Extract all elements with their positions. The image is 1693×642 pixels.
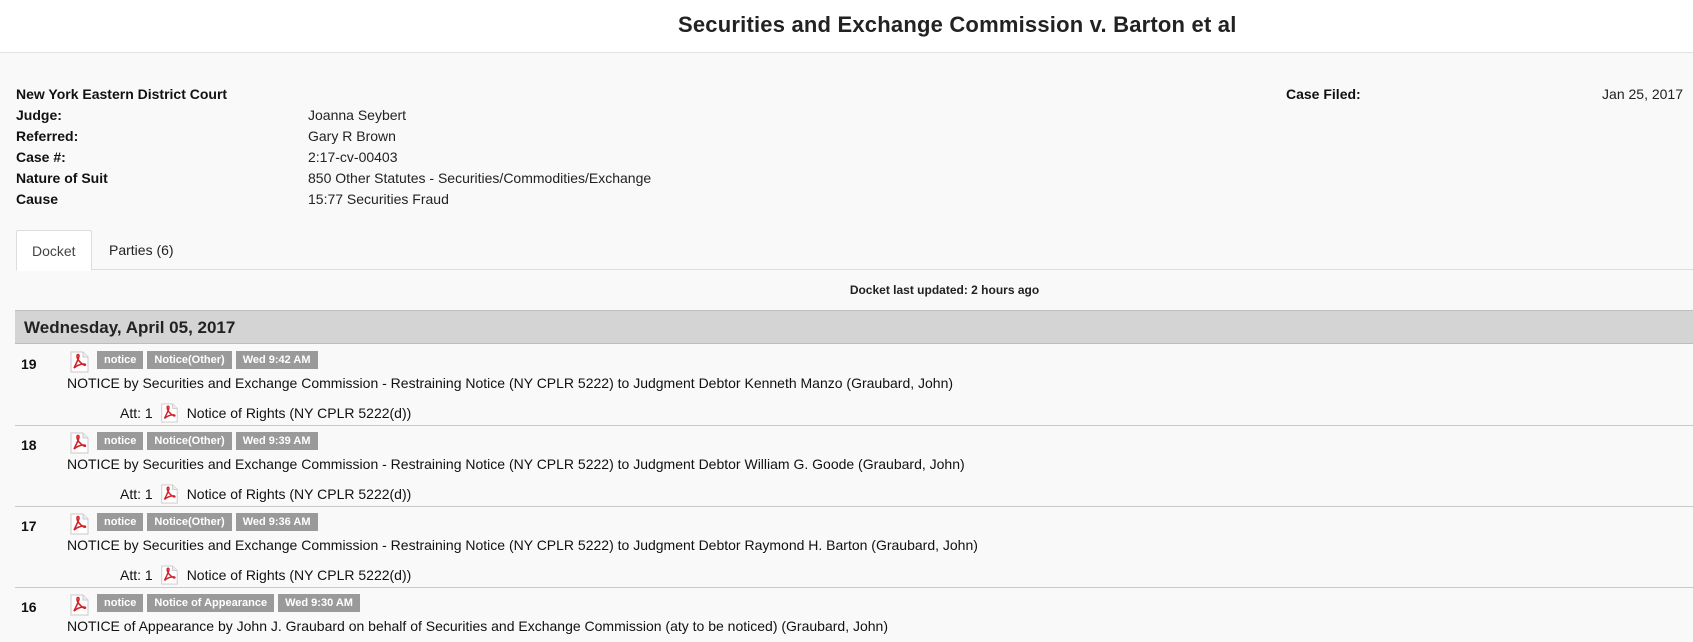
pdf-icon[interactable] [68, 432, 90, 454]
entry-description: NOTICE of Appearance by John J. Graubard… [67, 618, 888, 634]
pdf-icon[interactable] [68, 594, 90, 616]
tag-time: Wed 9:36 AM [235, 513, 318, 531]
entry-description: NOTICE by Securities and Exchange Commis… [67, 537, 978, 553]
cause-value: 15:77 Securities Fraud [308, 191, 449, 207]
entry-description: NOTICE by Securities and Exchange Commis… [67, 456, 965, 472]
referred-label: Referred: [16, 128, 79, 144]
entry-number: 18 [21, 437, 37, 453]
referred-value: Gary R Brown [308, 128, 396, 144]
tag-category: Notice(Other) [147, 513, 232, 531]
docket-entry: 18 notice Notice(Other) Wed 9:39 AM NOTI… [15, 426, 1693, 507]
entry-number: 16 [21, 599, 37, 615]
case-filed-value: Jan 25, 2017 [1602, 86, 1683, 102]
case-filed-label: Case Filed: [1286, 86, 1361, 102]
attachment-prefix: Att: 1 [120, 567, 153, 583]
entry-attachment: Att: 1 Notice of Rights (NY CPLR 5222(d)… [120, 484, 411, 504]
page-title: Securities and Exchange Commission v. Ba… [678, 12, 1237, 37]
pdf-icon[interactable] [159, 484, 179, 504]
court-name: New York Eastern District Court [16, 86, 228, 102]
tab-parties[interactable]: Parties (6) [109, 230, 189, 271]
case-number-label: Case #: [16, 149, 66, 165]
pdf-icon[interactable] [68, 513, 90, 535]
day-header-label: Wednesday, April 05, 2017 [24, 318, 236, 337]
nature-of-suit-row: Nature of Suit 850 Other Statutes - Secu… [16, 168, 651, 189]
tag-category: Notice(Other) [147, 351, 232, 369]
title-bar: Securities and Exchange Commission v. Ba… [0, 0, 1693, 53]
docket-last-updated: Docket last updated: 2 hours ago [849, 283, 1040, 297]
attachment-link[interactable]: Notice of Rights (NY CPLR 5222(d)) [187, 567, 412, 583]
tag-time: Wed 9:42 AM [235, 351, 318, 369]
pdf-icon[interactable] [159, 403, 179, 423]
attachment-link[interactable]: Notice of Rights (NY CPLR 5222(d)) [187, 405, 412, 421]
entry-number: 17 [21, 518, 37, 534]
nature-of-suit-value: 850 Other Statutes - Securities/Commodit… [308, 170, 652, 186]
entry-tags: notice Notice(Other) Wed 9:36 AM [97, 513, 318, 531]
case-number-value: 2:17-cv-00403 [308, 149, 398, 165]
case-number-row: Case #: 2:17-cv-00403 [16, 147, 651, 168]
entry-tags: notice Notice(Other) Wed 9:42 AM [97, 351, 318, 369]
docket-entry: 16 notice Notice of Appearance Wed 9:30 … [15, 588, 1693, 642]
cause-row: Cause 15:77 Securities Fraud [16, 189, 651, 210]
entry-tags: notice Notice of Appearance Wed 9:30 AM [97, 594, 360, 612]
day-header: Wednesday, April 05, 2017 [15, 310, 1693, 344]
nature-of-suit-label: Nature of Suit [16, 170, 108, 186]
attachment-prefix: Att: 1 [120, 486, 153, 502]
docket-entry: 19 notice Notice(Other) Wed 9:42 AM NOTI… [15, 345, 1693, 426]
tag-type: notice [97, 432, 144, 450]
tag-time: Wed 9:30 AM [278, 594, 360, 612]
tab-bar: Docket Parties (6) [16, 230, 1693, 271]
judge-row: Judge: Joanna Seybert [16, 105, 651, 126]
tag-category: Notice of Appearance [147, 594, 275, 612]
tag-category: Notice(Other) [147, 432, 232, 450]
tag-type: notice [97, 594, 144, 612]
pdf-icon[interactable] [68, 351, 90, 373]
entry-number: 19 [21, 356, 37, 372]
judge-label: Judge: [16, 107, 62, 123]
case-info: New York Eastern District Court Judge: J… [16, 84, 651, 210]
entry-tags: notice Notice(Other) Wed 9:39 AM [97, 432, 318, 450]
entry-attachment: Att: 1 Notice of Rights (NY CPLR 5222(d)… [120, 403, 411, 423]
entry-description: NOTICE by Securities and Exchange Commis… [67, 375, 954, 391]
entry-attachment: Att: 1 Notice of Rights (NY CPLR 5222(d)… [120, 565, 411, 585]
cause-label: Cause [16, 191, 59, 207]
attachment-prefix: Att: 1 [120, 405, 153, 421]
attachment-link[interactable]: Notice of Rights (NY CPLR 5222(d)) [187, 486, 412, 502]
referred-row: Referred: Gary R Brown [16, 126, 651, 147]
pdf-icon[interactable] [159, 565, 179, 585]
tag-type: notice [97, 513, 144, 531]
tag-type: notice [97, 351, 144, 369]
docket-entry: 17 notice Notice(Other) Wed 9:36 AM NOTI… [15, 507, 1693, 588]
tag-time: Wed 9:39 AM [235, 432, 318, 450]
judge-value: Joanna Seybert [308, 107, 407, 123]
tab-docket[interactable]: Docket [16, 230, 92, 271]
